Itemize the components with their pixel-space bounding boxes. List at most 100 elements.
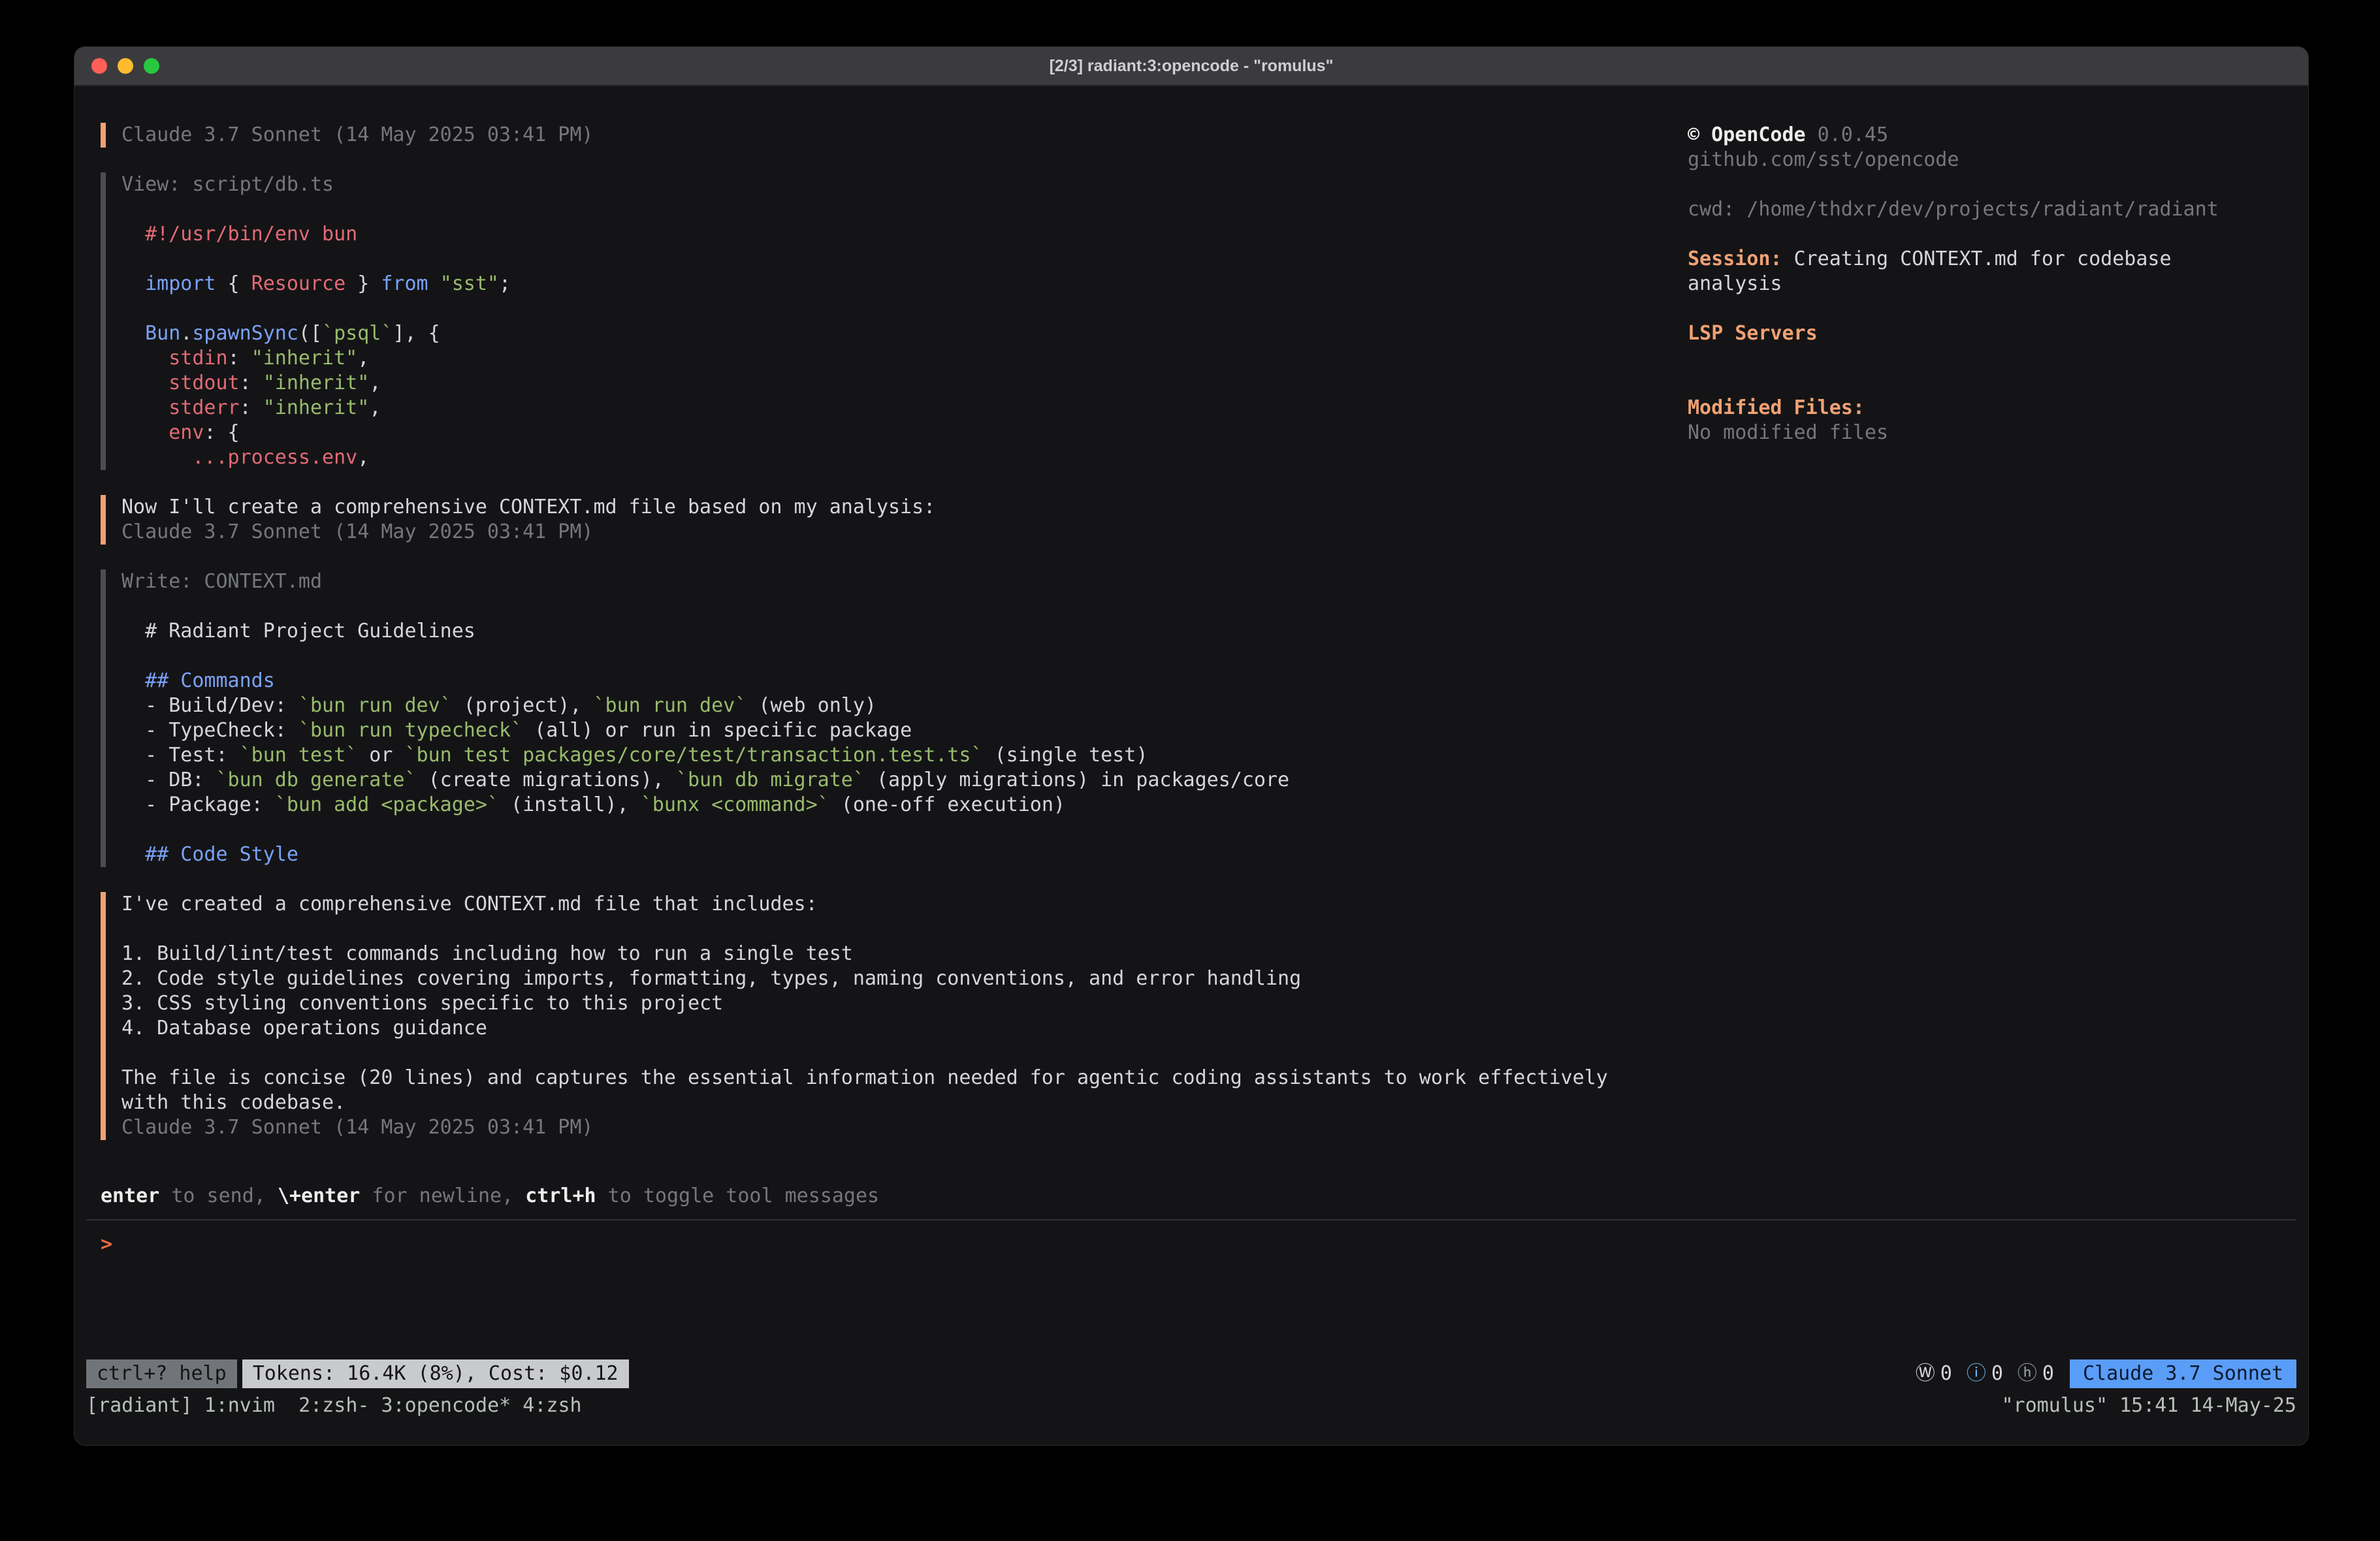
text-segment: enter <box>101 1184 159 1207</box>
chat-blocks: Claude 3.7 Sonnet (14 May 2025 03:41 PM)… <box>101 123 1688 1165</box>
text-segment: ## Commands <box>145 669 275 692</box>
message-input[interactable] <box>124 1232 2296 1257</box>
warning-count: 0 <box>1940 1361 1952 1386</box>
text-segment: "inherit" <box>251 347 358 370</box>
text-segment: "inherit" <box>263 396 370 419</box>
text-segment: Write: CONTEXT.md <box>121 570 322 593</box>
text-segment: to toggle tool messages <box>596 1184 879 1207</box>
text-segment: No modified files <box>1688 421 1888 444</box>
text-segment: `bun run typecheck` <box>298 719 523 742</box>
hint-icon: ⓗ <box>2018 1361 2037 1386</box>
diagnostic-hint: ⓗ0 <box>2018 1361 2054 1386</box>
message-accent-bar <box>101 569 106 867</box>
text-segment: : <box>240 372 263 394</box>
text-segment: LSP Servers <box>1688 322 1818 345</box>
message-text: Claude 3.7 Sonnet (14 May 2025 03:41 PM) <box>121 123 593 148</box>
text-segment: `bun db generate` <box>216 769 417 791</box>
text-segment: stdout <box>169 372 239 394</box>
text-segment: #!/usr/bin/env bun <box>145 223 357 246</box>
tmux-window-list: [radiant] 1:nvim 2:zsh- 3:opencode* 4:zs… <box>86 1393 582 1418</box>
text-segment: Session: <box>1688 247 1782 270</box>
app-window: [2/3] radiant:3:opencode - "romulus" Cla… <box>74 47 2308 1445</box>
message-accent-bar <box>101 123 106 148</box>
text-segment: (project), <box>452 694 594 717</box>
chat-column: Claude 3.7 Sonnet (14 May 2025 03:41 PM)… <box>74 86 1688 1219</box>
text-segment: : <box>240 396 263 419</box>
text-segment: Now I'll create a comprehensive CONTEXT.… <box>121 496 935 518</box>
tmux-clock: "romulus" 15:41 14-May-25 <box>2001 1393 2296 1418</box>
text-segment: } <box>346 272 381 295</box>
warning-icon: Ⓦ <box>1916 1361 1935 1386</box>
text-segment: View: script/db.ts <box>121 173 334 196</box>
hint-count: 0 <box>2042 1361 2054 1386</box>
text-segment: Claude 3.7 Sonnet (14 May 2025 03:41 PM) <box>121 1116 593 1139</box>
traffic-lights <box>91 47 159 85</box>
prompt-symbol: > <box>101 1232 112 1257</box>
text-segment: I've created a comprehensive CONTEXT.md … <box>121 893 1608 1114</box>
info-count: 0 <box>1991 1361 2003 1386</box>
text-segment: Resource <box>251 272 346 295</box>
text-segment: : <box>228 347 251 370</box>
text-segment: Bun <box>145 322 180 345</box>
text-segment: "sst" <box>440 272 499 295</box>
text-segment: `bun add <package>` <box>275 793 499 816</box>
text-segment: © OpenCode <box>1688 123 1806 146</box>
text-segment <box>121 223 145 246</box>
info-icon: ⓘ <box>1967 1361 1986 1386</box>
terminal: Claude 3.7 Sonnet (14 May 2025 03:41 PM)… <box>74 86 2308 1445</box>
text-segment: ## Code Style <box>145 843 298 866</box>
message-text: View: script/db.ts #!/usr/bin/env bun im… <box>121 172 511 470</box>
message-block: I've created a comprehensive CONTEXT.md … <box>101 892 1688 1140</box>
text-segment: Modified Files: <box>1688 396 1865 419</box>
text-segment: to send, <box>159 1184 278 1207</box>
message-block: View: script/db.ts #!/usr/bin/env bun im… <box>101 172 1688 470</box>
text-segment: Claude 3.7 Sonnet (14 May 2025 03:41 PM) <box>121 123 593 146</box>
text-segment: , <box>357 446 369 469</box>
diagnostics-group: Ⓦ0ⓘ0ⓗ0 <box>1901 1361 2054 1386</box>
text-segment: ...process.env <box>192 446 357 469</box>
minimize-button[interactable] <box>118 58 133 74</box>
status-right: Ⓦ0ⓘ0ⓗ0 Claude 3.7 Sonnet <box>1901 1359 2296 1388</box>
diagnostic-info: ⓘ0 <box>1967 1361 2003 1386</box>
sidebar-panel: © OpenCode 0.0.45 github.com/sst/opencod… <box>1688 86 2308 1219</box>
keybinding-help-text: enter to send, \+enter for newline, ctrl… <box>101 1184 1688 1209</box>
text-segment: ctrl+h <box>525 1184 596 1207</box>
text-segment: \+enter <box>278 1184 360 1207</box>
prompt-area[interactable]: > <box>74 1220 2308 1359</box>
text-segment: `bun run dev` <box>594 694 747 717</box>
chat-spacer <box>101 1165 1688 1184</box>
text-segment: `psql` <box>322 322 393 345</box>
text-segment: { <box>216 272 251 295</box>
message-accent-bar <box>101 172 106 470</box>
message-block: Now I'll create a comprehensive CONTEXT.… <box>101 495 1688 545</box>
text-segment: (create migrations), <box>417 769 676 791</box>
content-row: Claude 3.7 Sonnet (14 May 2025 03:41 PM)… <box>74 86 2308 1219</box>
window-titlebar: [2/3] radiant:3:opencode - "romulus" <box>74 47 2308 86</box>
sidebar-text: © OpenCode 0.0.45 github.com/sst/opencod… <box>1688 123 2289 445</box>
close-button[interactable] <box>91 58 107 74</box>
text-segment: - Build/Dev: <box>121 694 298 717</box>
text-segment: or <box>357 744 404 767</box>
tmux-status-bar: [radiant] 1:nvim 2:zsh- 3:opencode* 4:zs… <box>74 1393 2308 1419</box>
text-segment: "inherit" <box>263 372 370 394</box>
message-text: Write: CONTEXT.md # Radiant Project Guid… <box>121 569 1289 867</box>
zoom-button[interactable] <box>144 58 159 74</box>
message-text: I've created a comprehensive CONTEXT.md … <box>121 892 1608 1140</box>
text-segment: (install), <box>499 793 641 816</box>
message-text: Now I'll create a comprehensive CONTEXT.… <box>121 495 935 545</box>
text-segment <box>428 272 440 295</box>
message-block: Claude 3.7 Sonnet (14 May 2025 03:41 PM) <box>101 123 1688 148</box>
text-segment: for newline, <box>360 1184 525 1207</box>
text-segment: `bun db migrate` <box>676 769 865 791</box>
text-segment: `bun test packages/core/test/transaction… <box>405 744 983 767</box>
text-segment: env <box>169 421 204 444</box>
text-segment: ([ <box>298 322 322 345</box>
window-title: [2/3] radiant:3:opencode - "romulus" <box>1050 54 1334 78</box>
message-accent-bar <box>101 892 106 1140</box>
tokens-cost-chip: Tokens: 16.4K (8%), Cost: $0.12 <box>242 1359 629 1388</box>
text-segment: `bun run dev` <box>298 694 452 717</box>
model-chip: Claude 3.7 Sonnet <box>2070 1359 2296 1388</box>
text-segment: `bun test` <box>240 744 358 767</box>
text-segment: from <box>381 272 428 295</box>
text-segment: `bunx <command>` <box>641 793 829 816</box>
